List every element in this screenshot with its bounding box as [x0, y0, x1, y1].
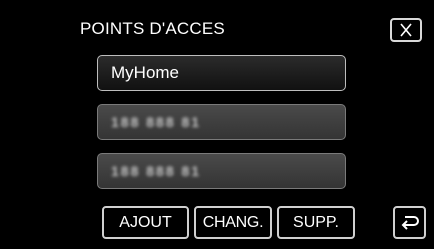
change-button[interactable]: CHANG.	[194, 206, 272, 239]
add-button[interactable]: AJOUT	[102, 206, 189, 239]
access-point-list: MyHome 188 888 81 188 888 81	[97, 55, 346, 202]
return-arrow-icon	[401, 216, 419, 230]
access-point-label-obscured: 188 888 81	[111, 114, 202, 130]
back-button[interactable]	[393, 206, 426, 239]
page-title: POINTS D'ACCES	[80, 19, 225, 38]
access-point-item-2[interactable]: 188 888 81	[97, 104, 346, 140]
close-x-icon	[400, 23, 412, 37]
access-point-item-myhome[interactable]: MyHome	[97, 55, 346, 91]
delete-button[interactable]: SUPP.	[277, 206, 355, 239]
access-points-screen: POINTS D'ACCES MyHome 188 888 81 188 888…	[0, 0, 434, 249]
access-point-label-obscured: 188 888 81	[111, 163, 202, 179]
close-button[interactable]	[390, 18, 422, 42]
access-point-label: MyHome	[111, 63, 180, 82]
access-point-item-3[interactable]: 188 888 81	[97, 153, 346, 189]
